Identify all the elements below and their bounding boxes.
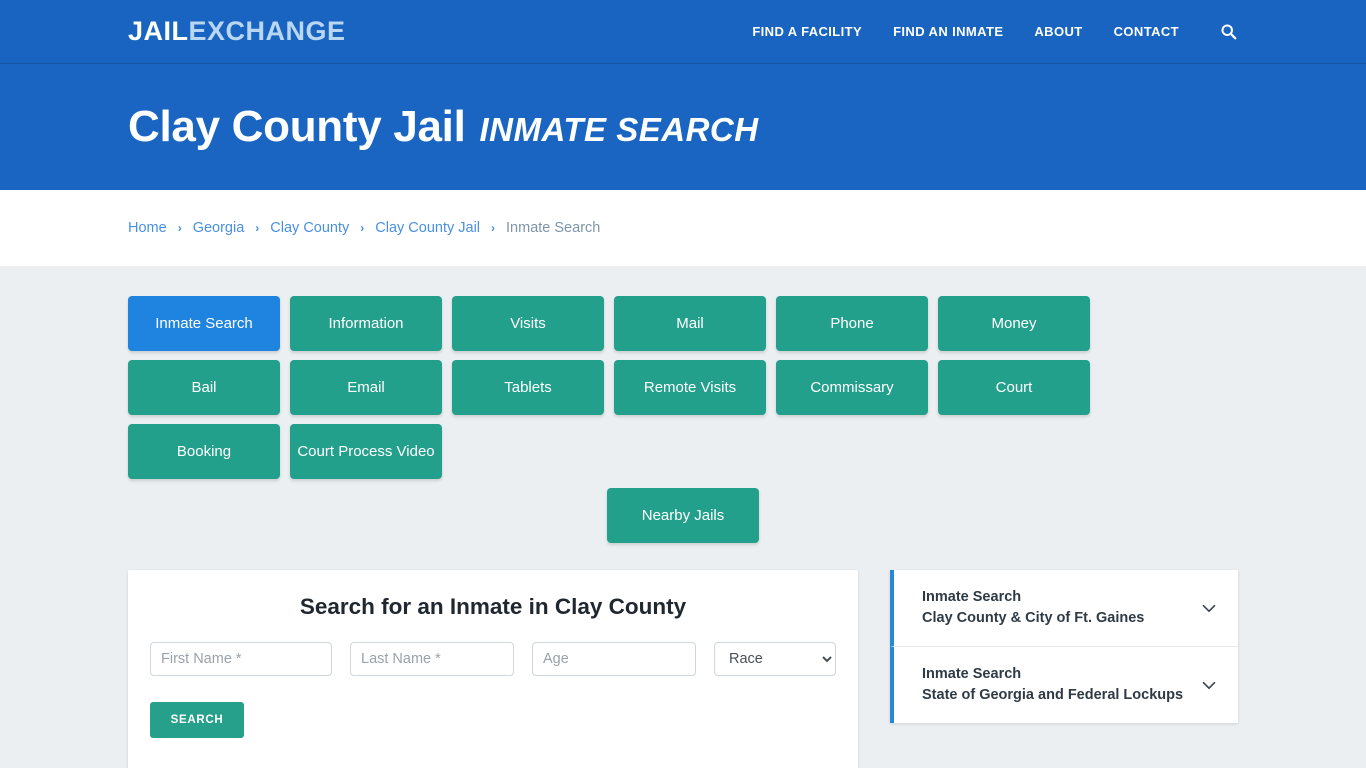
banner-inner: Clay County Jail INMATE SEARCH (128, 105, 759, 149)
race-select[interactable]: Race (714, 642, 836, 676)
tab-court[interactable]: Court (938, 360, 1090, 415)
tab-information[interactable]: Information (290, 296, 442, 351)
breadcrumb-separator-icon: › (255, 221, 260, 235)
logo-text-primary: JAIL (128, 16, 189, 46)
tab-tablets[interactable]: Tablets (452, 360, 604, 415)
main-column: Search for an Inmate in Clay County Race… (128, 570, 858, 768)
sidebar-column: Inmate Search Clay County & City of Ft. … (890, 570, 1238, 724)
search-form-fields: Race (128, 642, 858, 676)
nav-item-find-a-facility[interactable]: FIND A FACILITY (752, 24, 862, 39)
tab-remote-visits[interactable]: Remote Visits (614, 360, 766, 415)
accordion-item-state-search[interactable]: Inmate Search State of Georgia and Feder… (890, 646, 1238, 724)
inmate-search-card: Search for an Inmate in Clay County Race… (128, 570, 858, 768)
tab-commissary[interactable]: Commissary (776, 360, 928, 415)
breadcrumb-item-georgia[interactable]: Georgia (193, 220, 245, 236)
site-logo[interactable]: JAILEXCHANGE (128, 18, 346, 45)
nav-item-find-an-inmate[interactable]: FIND AN INMATE (893, 24, 1003, 39)
page-body: Inmate Search Information Visits Mail Ph… (0, 266, 1366, 768)
chevron-down-icon[interactable] (1198, 674, 1220, 696)
search-icon[interactable] (1218, 22, 1238, 42)
logo-text-secondary: EXCHANGE (188, 16, 346, 46)
section-tabs: Inmate Search Information Visits Mail Ph… (128, 296, 1238, 543)
tab-phone[interactable]: Phone (776, 296, 928, 351)
page-banner: Clay County Jail INMATE SEARCH (0, 64, 1366, 190)
search-form-title: Search for an Inmate in Clay County (299, 594, 687, 619)
tab-court-process-video[interactable]: Court Process Video (290, 424, 442, 479)
tabs-last-row: Nearby Jails (128, 488, 1238, 543)
nav-item-contact[interactable]: CONTACT (1114, 24, 1179, 39)
breadcrumb-separator-icon: › (177, 221, 182, 235)
breadcrumb-item-inmate-search: Inmate Search (506, 220, 601, 236)
site-header: JAILEXCHANGE FIND A FACILITY FIND AN INM… (0, 0, 1366, 64)
first-name-input[interactable] (150, 642, 332, 676)
accordion-item-subtitle: Clay County & City of Ft. Gaines (922, 610, 1145, 627)
inmate-search-accordion: Inmate Search Clay County & City of Ft. … (890, 570, 1238, 724)
breadcrumb-separator-icon: › (360, 221, 365, 235)
tab-bail[interactable]: Bail (128, 360, 280, 415)
page-title: Clay County Jail (128, 102, 466, 151)
accordion-item-text: Inmate Search Clay County & City of Ft. … (922, 587, 1192, 629)
tab-inmate-search[interactable]: Inmate Search (128, 296, 280, 351)
accordion-item-text: Inmate Search State of Georgia and Feder… (922, 664, 1192, 706)
accordion-item-county-search[interactable]: Inmate Search Clay County & City of Ft. … (890, 570, 1238, 647)
breadcrumb-item-clay-county[interactable]: Clay County (270, 220, 349, 236)
tab-email[interactable]: Email (290, 360, 442, 415)
tab-money[interactable]: Money (938, 296, 1090, 351)
last-name-input[interactable] (350, 642, 514, 676)
content-area: Search for an Inmate in Clay County Race… (128, 570, 1238, 768)
accordion-item-subtitle: State of Georgia and Federal Lockups (922, 687, 1184, 704)
tab-mail[interactable]: Mail (614, 296, 766, 351)
breadcrumb-item-home[interactable]: Home (128, 220, 167, 236)
main-navigation: FIND A FACILITY FIND AN INMATE ABOUT CON… (752, 22, 1238, 42)
chevron-down-icon[interactable] (1198, 597, 1220, 619)
nav-item-about[interactable]: ABOUT (1034, 24, 1082, 39)
age-input[interactable] (532, 642, 696, 676)
page-subtitle: INMATE SEARCH (479, 111, 759, 148)
tab-nearby-jails[interactable]: Nearby Jails (607, 488, 759, 543)
accordion-item-title: Inmate Search (922, 666, 1022, 683)
search-button[interactable]: SEARCH (150, 702, 244, 738)
tab-booking[interactable]: Booking (128, 424, 280, 479)
breadcrumb: Home › Georgia › Clay County › Clay Coun… (128, 220, 600, 236)
breadcrumb-item-clay-county-jail[interactable]: Clay County Jail (375, 220, 480, 236)
tab-visits[interactable]: Visits (452, 296, 604, 351)
breadcrumb-separator-icon: › (491, 221, 496, 235)
breadcrumb-bar: Home › Georgia › Clay County › Clay Coun… (0, 190, 1366, 266)
accordion-item-title: Inmate Search (922, 589, 1022, 605)
